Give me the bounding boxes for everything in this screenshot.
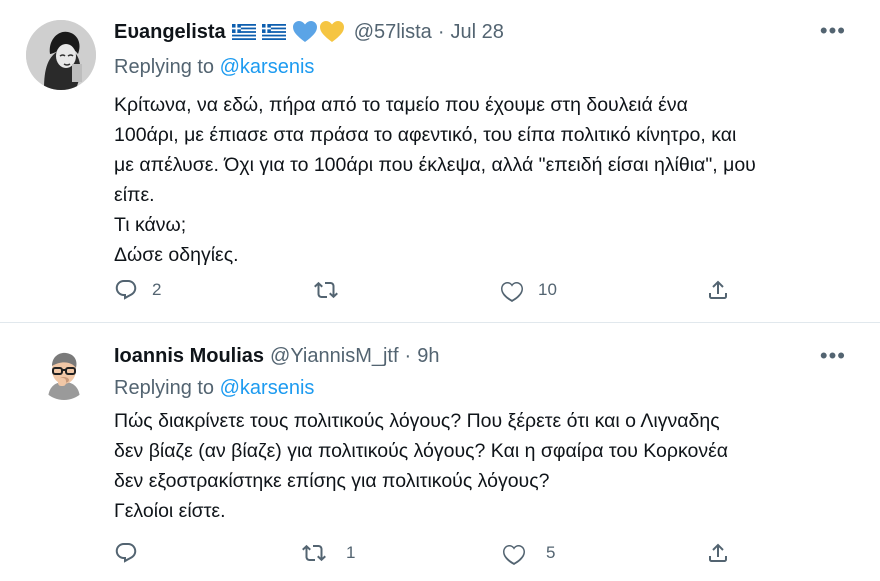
greek-flag-icon — [261, 24, 286, 40]
retweet-count: 1 — [346, 543, 356, 562]
avatar-cartoon-icon — [38, 348, 90, 400]
display-name[interactable]: Ioannis Moulias — [114, 345, 264, 368]
hearts-icon — [292, 21, 344, 42]
reply-button[interactable]: 2 — [114, 278, 161, 302]
reply-icon — [114, 541, 138, 565]
retweet-icon — [302, 541, 326, 565]
like-count: 5 — [546, 543, 556, 562]
share-button[interactable] — [706, 278, 730, 302]
avatar[interactable] — [38, 348, 90, 400]
tweet-text: Κρίτωνα, να εδώ, πήρα από το ταμείο που … — [114, 94, 756, 266]
retweet-icon — [314, 278, 338, 302]
replying-to-label: Replying to — [114, 377, 220, 399]
reply-count: 2 — [152, 280, 162, 299]
avatar[interactable] — [26, 20, 96, 90]
retweet-button[interactable] — [314, 278, 352, 302]
more-icon[interactable]: ••• — [820, 343, 846, 369]
display-name[interactable]: Ευangelista — [114, 21, 226, 44]
tweet-header: Ευangelista @57lista · Jul 28 — [114, 20, 504, 44]
blue-heart-icon — [292, 21, 317, 42]
separator-dot: · — [404, 345, 412, 367]
avatar-portrait-icon — [26, 20, 96, 90]
replying-to: Replying to @karsenis — [114, 377, 314, 400]
separator-dot: · — [437, 20, 445, 43]
replying-to-label: Replying to — [114, 56, 220, 78]
tweet-text: Πώς διακρίνετε τους πολιτικούς λόγους? Π… — [114, 410, 729, 522]
reply-icon — [114, 278, 138, 302]
more-icon[interactable]: ••• — [820, 18, 846, 44]
tweet-1[interactable]: Ευangelista @57lista · Jul 28 ••• Replyi… — [0, 0, 880, 323]
like-button[interactable]: 5 — [502, 541, 555, 565]
yellow-heart-icon — [319, 21, 344, 42]
reply-button[interactable] — [114, 541, 152, 565]
retweet-button[interactable]: 1 — [302, 541, 355, 565]
share-button[interactable] — [706, 541, 730, 565]
mention-link[interactable]: @karsenis — [220, 377, 315, 399]
share-icon — [706, 278, 730, 302]
like-icon — [502, 541, 526, 565]
like-button[interactable]: 10 — [500, 278, 557, 302]
replying-to: Replying to @karsenis — [114, 56, 314, 79]
greek-flag-icon — [231, 24, 256, 40]
like-count: 10 — [538, 280, 557, 299]
user-handle[interactable]: @57lista — [354, 21, 432, 44]
timestamp[interactable]: 9h — [417, 345, 439, 368]
share-icon — [706, 541, 730, 565]
tweet-2[interactable]: Ioannis Moulias @YiannisM_jtf · 9h ••• R… — [0, 323, 880, 581]
user-handle[interactable]: @YiannisM_jtf — [270, 345, 399, 368]
mention-link[interactable]: @karsenis — [220, 56, 315, 78]
timestamp[interactable]: Jul 28 — [450, 21, 503, 44]
like-icon — [500, 278, 524, 302]
tweet-header: Ioannis Moulias @YiannisM_jtf · 9h — [114, 345, 439, 368]
